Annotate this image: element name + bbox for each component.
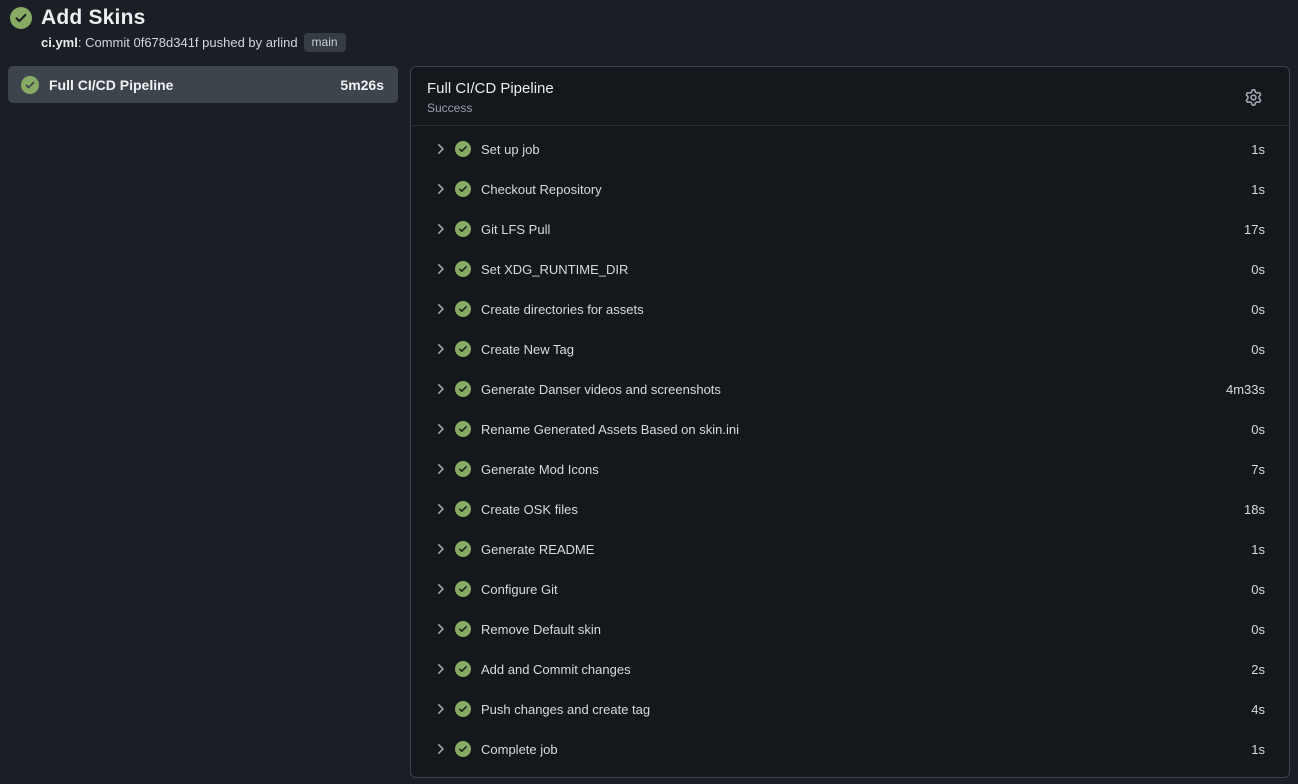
commit-text: : Commit 0f678d341f pushed by arlind	[78, 35, 298, 50]
success-check-circle-icon	[455, 661, 471, 677]
success-check-circle-icon	[455, 221, 471, 237]
success-check-circle-icon	[455, 461, 471, 477]
step-row[interactable]: Complete job 1s	[411, 729, 1289, 769]
step-duration: 1s	[1251, 182, 1265, 197]
commit-summary: ci.yml: Commit 0f678d341f pushed by arli…	[41, 33, 1290, 52]
success-check-circle-icon	[455, 621, 471, 637]
step-row[interactable]: Rename Generated Assets Based on skin.in…	[411, 409, 1289, 449]
panel-status-text: Success	[427, 101, 1245, 115]
chevron-right-icon	[432, 541, 448, 557]
step-duration: 0s	[1251, 582, 1265, 597]
chevron-right-icon	[432, 581, 448, 597]
success-check-circle-icon	[455, 501, 471, 517]
step-row[interactable]: Create directories for assets 0s	[411, 289, 1289, 329]
step-row[interactable]: Configure Git 0s	[411, 569, 1289, 609]
step-name: Set XDG_RUNTIME_DIR	[481, 262, 1251, 277]
step-name: Git LFS Pull	[481, 222, 1244, 237]
workflow-file-name: ci.yml	[41, 35, 78, 50]
step-row[interactable]: Generate Mod Icons 7s	[411, 449, 1289, 489]
chevron-right-icon	[432, 181, 448, 197]
success-check-circle-icon	[455, 341, 471, 357]
chevron-right-icon	[432, 261, 448, 277]
step-duration: 1s	[1251, 542, 1265, 557]
step-row[interactable]: Generate README 1s	[411, 529, 1289, 569]
step-name: Generate README	[481, 542, 1251, 557]
success-check-circle-icon	[455, 581, 471, 597]
actions-run-page: Add Skins ci.yml: Commit 0f678d341f push…	[0, 0, 1298, 784]
chevron-right-icon	[432, 381, 448, 397]
branch-badge[interactable]: main	[304, 33, 346, 52]
success-check-circle-icon	[455, 181, 471, 197]
chevron-right-icon	[432, 221, 448, 237]
step-row[interactable]: Create New Tag 0s	[411, 329, 1289, 369]
step-duration: 0s	[1251, 302, 1265, 317]
step-name: Push changes and create tag	[481, 702, 1251, 717]
chevron-right-icon	[432, 301, 448, 317]
chevron-right-icon	[432, 661, 448, 677]
chevron-right-icon	[432, 141, 448, 157]
step-duration: 2s	[1251, 662, 1265, 677]
steps-list: Set up job 1s Checkout Repository 1s Git…	[411, 126, 1289, 773]
step-row[interactable]: Checkout Repository 1s	[411, 169, 1289, 209]
chevron-right-icon	[432, 701, 448, 717]
step-name: Generate Mod Icons	[481, 462, 1251, 477]
step-name: Create New Tag	[481, 342, 1251, 357]
step-duration: 0s	[1251, 342, 1265, 357]
chevron-right-icon	[432, 741, 448, 757]
success-check-circle-icon	[10, 7, 32, 29]
step-row[interactable]: Set XDG_RUNTIME_DIR 0s	[411, 249, 1289, 289]
panel-job-title: Full CI/CD Pipeline	[427, 80, 1245, 97]
step-duration: 0s	[1251, 622, 1265, 637]
job-item-full-pipeline[interactable]: Full CI/CD Pipeline 5m26s	[8, 66, 398, 103]
chevron-right-icon	[432, 461, 448, 477]
step-name: Create OSK files	[481, 502, 1244, 517]
panel-header: Full CI/CD Pipeline Success	[411, 67, 1289, 126]
step-duration: 18s	[1244, 502, 1265, 517]
job-detail-panel: Full CI/CD Pipeline Success Set up job 1…	[410, 66, 1290, 778]
jobs-sidebar: Full CI/CD Pipeline 5m26s	[8, 66, 398, 103]
success-check-circle-icon	[455, 141, 471, 157]
step-duration: 17s	[1244, 222, 1265, 237]
step-name: Rename Generated Assets Based on skin.in…	[481, 422, 1251, 437]
step-name: Create directories for assets	[481, 302, 1251, 317]
success-check-circle-icon	[455, 701, 471, 717]
run-title: Add Skins	[41, 6, 145, 30]
chevron-right-icon	[432, 621, 448, 637]
job-name: Full CI/CD Pipeline	[49, 77, 330, 93]
step-name: Set up job	[481, 142, 1251, 157]
step-duration: 1s	[1251, 742, 1265, 757]
success-check-circle-icon	[455, 381, 471, 397]
job-duration: 5m26s	[340, 77, 384, 93]
chevron-right-icon	[432, 421, 448, 437]
step-duration: 0s	[1251, 262, 1265, 277]
step-name: Configure Git	[481, 582, 1251, 597]
success-check-circle-icon	[455, 261, 471, 277]
step-duration: 4m33s	[1226, 382, 1265, 397]
step-duration: 7s	[1251, 462, 1265, 477]
success-check-circle-icon	[21, 76, 39, 94]
step-duration: 4s	[1251, 702, 1265, 717]
step-row[interactable]: Add and Commit changes 2s	[411, 649, 1289, 689]
step-row[interactable]: Create OSK files 18s	[411, 489, 1289, 529]
step-row[interactable]: Git LFS Pull 17s	[411, 209, 1289, 249]
gear-icon[interactable]	[1245, 86, 1267, 108]
step-name: Generate Danser videos and screenshots	[481, 382, 1226, 397]
step-name: Add and Commit changes	[481, 662, 1251, 677]
step-row[interactable]: Remove Default skin 0s	[411, 609, 1289, 649]
chevron-right-icon	[432, 341, 448, 357]
step-row[interactable]: Generate Danser videos and screenshots 4…	[411, 369, 1289, 409]
step-row[interactable]: Push changes and create tag 4s	[411, 689, 1289, 729]
step-name: Checkout Repository	[481, 182, 1251, 197]
step-name: Complete job	[481, 742, 1251, 757]
success-check-circle-icon	[455, 541, 471, 557]
step-duration: 1s	[1251, 142, 1265, 157]
success-check-circle-icon	[455, 301, 471, 317]
success-check-circle-icon	[455, 421, 471, 437]
run-header: Add Skins ci.yml: Commit 0f678d341f push…	[8, 6, 1290, 52]
success-check-circle-icon	[455, 741, 471, 757]
chevron-right-icon	[432, 501, 448, 517]
step-duration: 0s	[1251, 422, 1265, 437]
step-row[interactable]: Set up job 1s	[411, 129, 1289, 169]
step-name: Remove Default skin	[481, 622, 1251, 637]
